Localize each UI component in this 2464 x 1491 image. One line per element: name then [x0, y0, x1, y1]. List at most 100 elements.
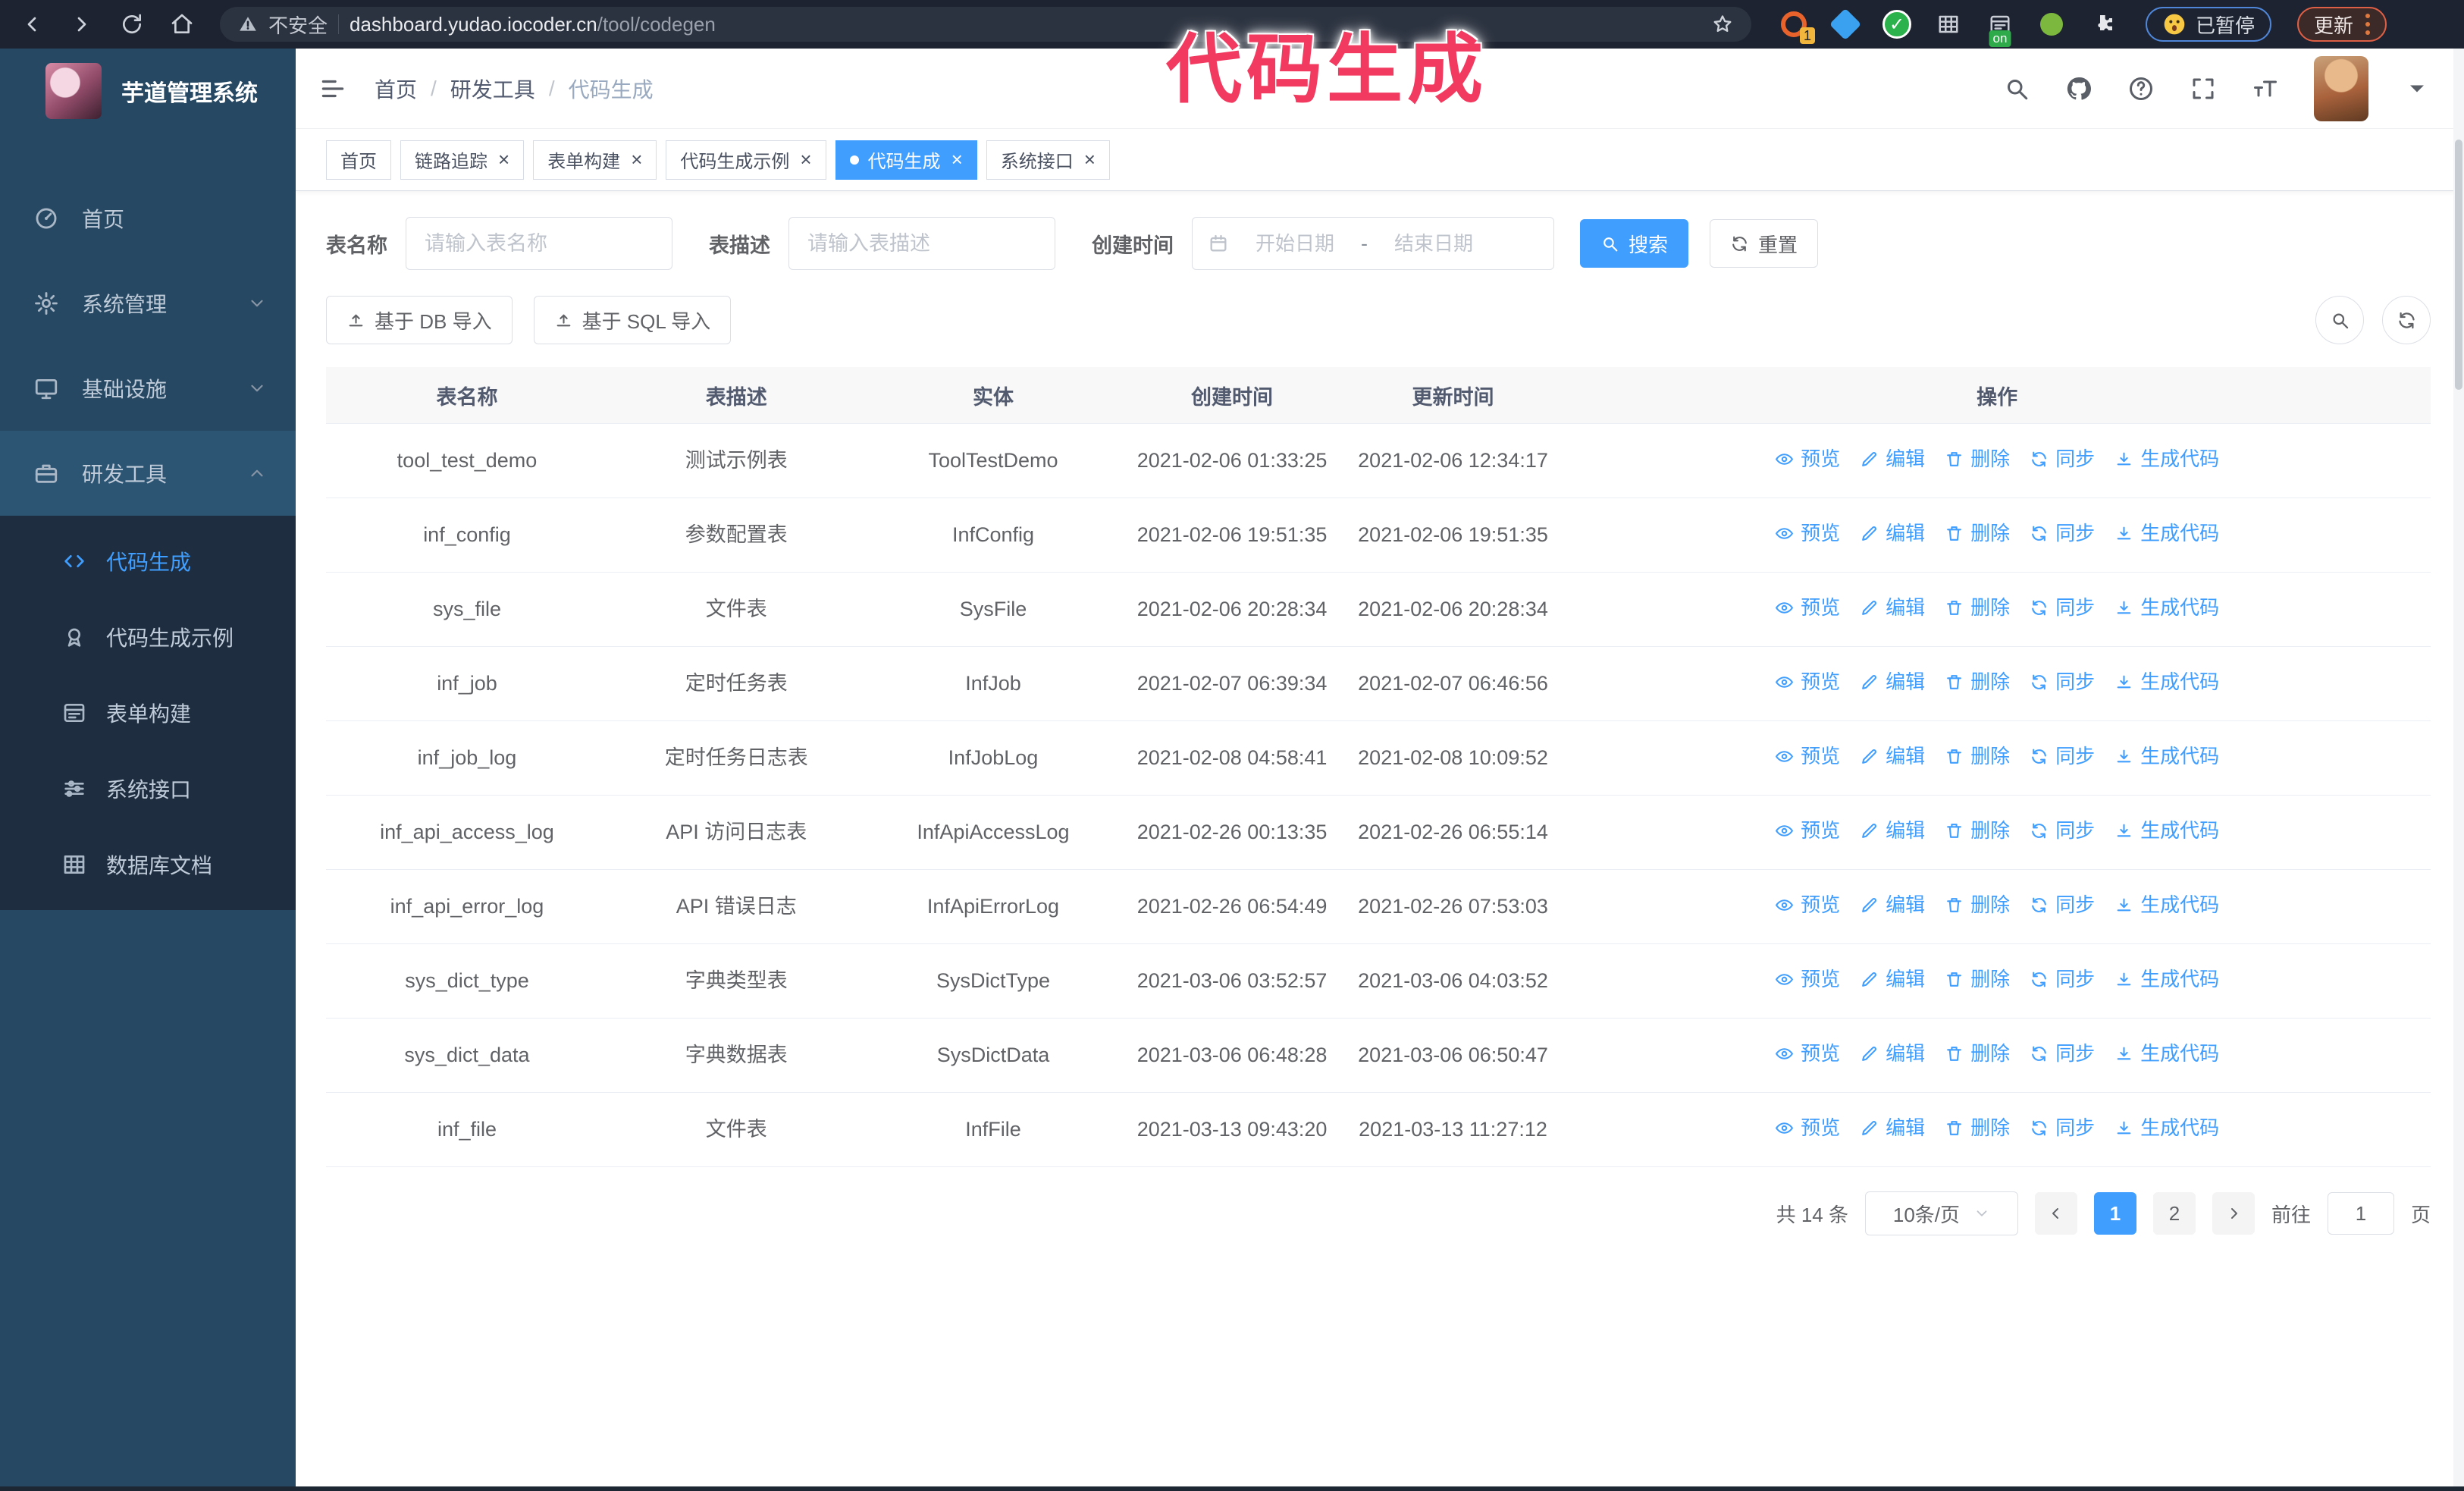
action-sync-link[interactable]: 同步 [2030, 668, 2095, 696]
reset-button[interactable]: 重置 [1710, 219, 1819, 268]
gem-extension-icon[interactable] [1829, 8, 1862, 41]
close-tab-icon[interactable]: × [800, 148, 811, 171]
action-generate-link[interactable]: 生成代码 [2114, 594, 2219, 622]
hamburger-icon[interactable] [318, 74, 347, 103]
tab-codegen[interactable]: 代码生成 × [835, 140, 977, 180]
action-sync-link[interactable]: 同步 [2030, 891, 2095, 919]
grid-extension-icon[interactable] [1932, 8, 1965, 41]
action-delete-link[interactable]: 删除 [1945, 742, 2010, 771]
close-tab-icon[interactable]: × [631, 148, 642, 171]
action-delete-link[interactable]: 删除 [1945, 519, 2010, 548]
action-generate-link[interactable]: 生成代码 [2114, 1040, 2219, 1068]
action-delete-link[interactable]: 删除 [1945, 594, 2010, 622]
browser-menu-icon[interactable] [2365, 14, 2371, 35]
date-range-picker[interactable]: - [1192, 217, 1554, 270]
action-preview-link[interactable]: 预览 [1775, 519, 1840, 548]
tab-system-api[interactable]: 系统接口 × [986, 140, 1110, 180]
action-delete-link[interactable]: 删除 [1945, 1114, 2010, 1142]
next-page-button[interactable] [2212, 1192, 2255, 1235]
fullscreen-icon[interactable] [2190, 75, 2217, 102]
page-scrollbar[interactable] [2453, 49, 2464, 1491]
sidebar-item-codegen[interactable]: 代码生成 [0, 523, 296, 599]
import-sql-button[interactable]: 基于 SQL 导入 [533, 296, 732, 344]
action-sync-link[interactable]: 同步 [2030, 445, 2095, 473]
app-logo-row[interactable]: 芋道管理系统 [0, 49, 296, 133]
action-delete-link[interactable]: 删除 [1945, 965, 2010, 993]
action-preview-link[interactable]: 预览 [1775, 1114, 1840, 1142]
toggle-search-button[interactable] [2315, 296, 2364, 344]
sidebar-item-infra[interactable]: 基础设施 [0, 346, 296, 431]
browser-back-icon[interactable] [20, 12, 44, 36]
action-generate-link[interactable]: 生成代码 [2114, 519, 2219, 548]
help-icon[interactable] [2127, 75, 2155, 102]
action-sync-link[interactable]: 同步 [2030, 1040, 2095, 1068]
tab-tracer[interactable]: 链路追踪 × [400, 140, 525, 180]
browser-reload-icon[interactable] [120, 12, 144, 36]
action-preview-link[interactable]: 预览 [1775, 817, 1840, 845]
browser-forward-icon[interactable] [70, 12, 94, 36]
action-edit-link[interactable]: 编辑 [1860, 817, 1925, 845]
action-generate-link[interactable]: 生成代码 [2114, 817, 2219, 845]
action-delete-link[interactable]: 删除 [1945, 1040, 2010, 1068]
close-tab-icon[interactable]: × [951, 148, 963, 171]
action-generate-link[interactable]: 生成代码 [2114, 668, 2219, 696]
action-generate-link[interactable]: 生成代码 [2114, 445, 2219, 473]
close-tab-icon[interactable]: × [1084, 148, 1096, 171]
goto-page-input[interactable] [2327, 1192, 2394, 1235]
page-button-1[interactable]: 1 [2093, 1192, 2136, 1235]
action-delete-link[interactable]: 删除 [1945, 817, 2010, 845]
action-edit-link[interactable]: 编辑 [1860, 445, 1925, 473]
action-preview-link[interactable]: 预览 [1775, 1040, 1840, 1068]
date-start-input[interactable] [1237, 231, 1353, 256]
search-icon[interactable] [2003, 75, 2030, 102]
action-edit-link[interactable]: 编辑 [1860, 742, 1925, 771]
action-preview-link[interactable]: 预览 [1775, 965, 1840, 993]
extension-icon[interactable]: 1 [1777, 8, 1815, 44]
action-generate-link[interactable]: 生成代码 [2114, 1114, 2219, 1142]
browser-home-icon[interactable] [170, 12, 194, 36]
sidebar-item-db-doc[interactable]: 数据库文档 [0, 827, 296, 902]
action-edit-link[interactable]: 编辑 [1860, 594, 1925, 622]
action-generate-link[interactable]: 生成代码 [2114, 891, 2219, 919]
date-end-input[interactable] [1375, 231, 1492, 256]
search-button[interactable]: 搜索 [1580, 219, 1689, 268]
action-edit-link[interactable]: 编辑 [1860, 668, 1925, 696]
breadcrumb-home[interactable]: 首页 [375, 74, 417, 104]
update-button[interactable]: 更新 [2297, 7, 2387, 42]
paused-badge[interactable]: 已暂停 [2146, 7, 2272, 42]
action-delete-link[interactable]: 删除 [1945, 445, 2010, 473]
sidebar-item-devtools[interactable]: 研发工具 [0, 431, 296, 516]
tab-codegen-example[interactable]: 代码生成示例 × [666, 140, 826, 180]
sidebar-item-home[interactable]: 首页 [0, 176, 296, 261]
prev-page-button[interactable] [2034, 1192, 2077, 1235]
tab-home[interactable]: 首页 [326, 140, 391, 180]
action-sync-link[interactable]: 同步 [2030, 594, 2095, 622]
action-preview-link[interactable]: 预览 [1775, 594, 1840, 622]
action-preview-link[interactable]: 预览 [1775, 742, 1840, 771]
action-sync-link[interactable]: 同步 [2030, 519, 2095, 548]
action-sync-link[interactable]: 同步 [2030, 742, 2095, 771]
action-delete-link[interactable]: 删除 [1945, 891, 2010, 919]
sidebar-item-codegen-example[interactable]: 代码生成示例 [0, 599, 296, 675]
action-preview-link[interactable]: 预览 [1775, 445, 1840, 473]
github-icon[interactable] [2065, 75, 2093, 102]
table-name-input[interactable] [406, 217, 672, 270]
action-edit-link[interactable]: 编辑 [1860, 1040, 1925, 1068]
font-size-icon[interactable] [2252, 75, 2279, 102]
action-edit-link[interactable]: 编辑 [1860, 965, 1925, 993]
table-desc-input[interactable] [788, 217, 1055, 270]
action-delete-link[interactable]: 删除 [1945, 668, 2010, 696]
action-preview-link[interactable]: 预览 [1775, 668, 1840, 696]
scrollbar-thumb[interactable] [2455, 140, 2462, 390]
action-sync-link[interactable]: 同步 [2030, 817, 2095, 845]
action-edit-link[interactable]: 编辑 [1860, 519, 1925, 548]
avatar-caret-icon[interactable] [2403, 75, 2431, 102]
page-size-select[interactable]: 10条/页 [1864, 1191, 2018, 1235]
address-bar[interactable]: 不安全 dashboard.yudao.iocoder.cn/tool/code… [220, 7, 1751, 42]
avatar[interactable] [2314, 55, 2368, 121]
action-sync-link[interactable]: 同步 [2030, 965, 2095, 993]
tab-form-builder[interactable]: 表单构建 × [533, 140, 657, 180]
action-preview-link[interactable]: 预览 [1775, 891, 1840, 919]
check-extension-icon[interactable]: ✓ [1880, 8, 1914, 41]
sidebar-item-form-builder[interactable]: 表单构建 [0, 675, 296, 751]
